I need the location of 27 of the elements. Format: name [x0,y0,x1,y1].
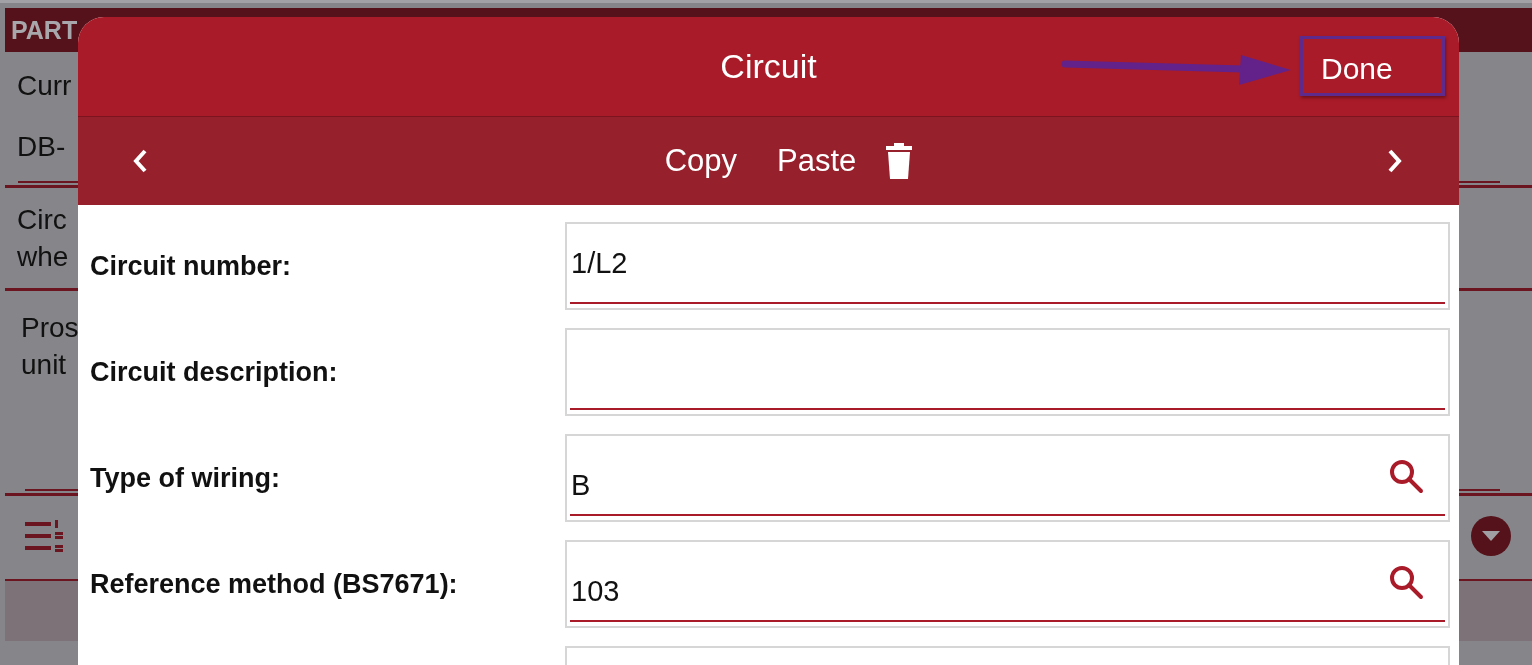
field-label: Type of wiring: [90,462,281,494]
label-text: DB- [17,130,66,164]
toolbar-action[interactable]: Paste [777,143,857,179]
search-icon[interactable] [1388,564,1424,600]
done-button[interactable]: Done [1300,36,1445,96]
dialog-title: Circuit [720,47,817,86]
toolbar-action[interactable]: Copy [664,143,738,179]
input-field[interactable]: 1/L2 [565,222,1450,310]
chevron-left-icon[interactable] [133,149,147,173]
field-label: Circuit description: [90,356,339,388]
dropdown-button[interactable] [1471,516,1511,556]
chevron-right-icon[interactable] [1388,149,1402,173]
search-icon[interactable] [1388,458,1424,494]
field-label: Circuit number: [90,250,292,282]
input-field[interactable]: B [565,434,1450,522]
input-field[interactable]: 103 [565,540,1450,628]
label-text: unit [21,348,67,382]
label-text: Pros [21,311,79,345]
label-text: Curr [17,68,72,103]
label-text: Circ [17,203,67,237]
numbered-list-icon[interactable] [25,518,65,554]
label-text: whe [17,240,69,274]
section-header: PART [11,15,78,45]
field-label: Reference method (BS7671): [90,568,459,600]
trash-icon[interactable] [886,143,913,179]
input-field[interactable] [565,328,1450,416]
caret-down-icon [1482,531,1500,541]
